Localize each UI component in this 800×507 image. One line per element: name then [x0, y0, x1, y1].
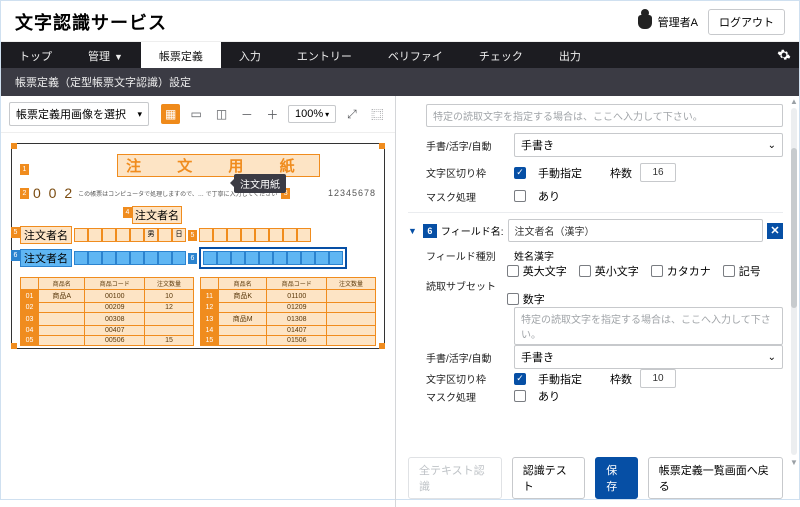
- char-boxes[interactable]: 男 日: [74, 228, 186, 242]
- nav-manage[interactable]: 管理 ▼: [70, 42, 141, 68]
- recognize-all-button[interactable]: 全テキスト認識: [408, 457, 502, 499]
- mask-checkbox[interactable]: [514, 190, 526, 202]
- area-tool-icon[interactable]: ◫: [212, 104, 231, 124]
- split-checkbox-2[interactable]: ✓: [514, 373, 526, 385]
- subset-custom-input-2[interactable]: 特定の読取文字を指定する場合は、ここへ入力して下さい。: [514, 307, 783, 345]
- field-tag[interactable]: 4: [123, 207, 132, 218]
- nav-input[interactable]: 入力: [221, 42, 279, 68]
- field-tag[interactable]: 2: [20, 188, 29, 199]
- zoom-out-icon[interactable]: －: [237, 104, 256, 124]
- subset-opt-symbol[interactable]: 記号: [723, 263, 761, 279]
- corner-handle[interactable]: [11, 343, 17, 349]
- row-label[interactable]: 5 注文者名: [20, 226, 72, 244]
- frame-count-input-2[interactable]: 10: [640, 369, 676, 388]
- field-tag[interactable]: 5: [11, 227, 20, 238]
- char-boxes-selected[interactable]: [74, 251, 186, 265]
- field-name-input[interactable]: 注文者名（漢字）: [508, 219, 763, 242]
- corner-handle[interactable]: [379, 143, 385, 149]
- scroll-up-icon[interactable]: ▲: [789, 96, 799, 106]
- nav-output[interactable]: 出力: [541, 42, 599, 68]
- chevron-down-icon: ⌄: [768, 352, 776, 363]
- field-type-value: 姓名漢字: [514, 248, 554, 263]
- nav-manage-label: 管理: [88, 51, 110, 63]
- split-manual-label-2: 手動指定: [538, 371, 582, 387]
- user-icon: [638, 15, 652, 29]
- line-items-table[interactable]: 商品名 商品コード 注文数量 商品名 商品コード 注文数量 01商品A00100…: [20, 277, 376, 346]
- field-name-label: フィールド名:: [441, 223, 504, 238]
- chevron-down-icon: ▾: [137, 109, 142, 120]
- split-manual-label: 手動指定: [538, 165, 582, 181]
- selected-field-outline[interactable]: [199, 247, 347, 269]
- subset-custom-input[interactable]: 特定の読取文字を指定する場合は、ここへ入力して下さい。: [426, 104, 783, 127]
- char-boxes[interactable]: [199, 228, 311, 242]
- image-select-label: 帳票定義用画像を選択: [16, 106, 126, 122]
- subset-opt-kana[interactable]: カタカナ: [651, 263, 711, 279]
- sub-nav-title: 帳票定義（定型帳票文字認識）設定: [1, 68, 799, 96]
- save-button[interactable]: 保存: [595, 457, 638, 499]
- recognize-test-button[interactable]: 認識テスト: [512, 457, 585, 499]
- field-tool-icon[interactable]: ▭: [186, 104, 205, 124]
- subset-opt-lower[interactable]: 英小文字: [579, 263, 639, 279]
- collapse-caret-icon[interactable]: ▼: [408, 226, 417, 236]
- mask-opt-label-2: あり: [538, 388, 560, 404]
- hand-type-label-2: 手書/活字/自動: [426, 350, 506, 365]
- zoom-value: 100%: [295, 108, 323, 120]
- subset-opt-upper[interactable]: 英大文字: [507, 263, 567, 279]
- hand-type-label: 手書/活字/自動: [426, 138, 506, 153]
- hand-type-select-2[interactable]: 手書き ⌄: [514, 345, 783, 369]
- frame-count-label: 枠数: [610, 165, 632, 181]
- document-preview[interactable]: 1 注 文 用 紙 注文用紙 2 0 0 2 この帳票はコンピュータで処理します…: [11, 143, 385, 349]
- back-to-list-button[interactable]: 帳票定義一覧画面へ戻る: [648, 457, 783, 499]
- frame-count-input[interactable]: 16: [640, 163, 676, 182]
- subset-label: 読取サブセット: [426, 278, 499, 293]
- field-tag[interactable]: 5: [188, 230, 197, 241]
- hand-type-select[interactable]: 手書き ⌄: [514, 133, 783, 157]
- image-select[interactable]: 帳票定義用画像を選択 ▾: [9, 102, 149, 126]
- field-tooltip: 注文用紙: [234, 174, 286, 193]
- logout-button[interactable]: ログアウト: [708, 9, 785, 35]
- scroll-down-icon[interactable]: ▼: [789, 457, 799, 467]
- region-tool-icon[interactable]: ▦: [161, 104, 180, 124]
- corner-handle[interactable]: [379, 343, 385, 349]
- orderer-header-field[interactable]: 4 注文者名: [132, 206, 182, 224]
- page-number-field[interactable]: 12345678: [328, 188, 376, 198]
- settings-gear-icon[interactable]: [777, 42, 799, 68]
- frame-count-label-2: 枠数: [610, 371, 632, 387]
- zoom-in-icon[interactable]: ＋: [263, 104, 282, 124]
- split-label-2: 文字区切り枠: [426, 371, 506, 386]
- field-tag[interactable]: 6: [188, 253, 197, 264]
- user-name: 管理者A: [658, 14, 698, 30]
- corner-handle[interactable]: [11, 143, 17, 149]
- zoom-select[interactable]: 100% ▾: [288, 105, 336, 123]
- field-index-badge: 6: [423, 224, 437, 238]
- chevron-down-icon: ▼: [114, 52, 123, 62]
- nav-verify[interactable]: ベリファイ: [370, 42, 461, 68]
- row-label-selected[interactable]: 6 注文者名: [20, 249, 72, 267]
- remove-field-button[interactable]: ✕: [767, 223, 783, 239]
- mask-label: マスク処理: [426, 189, 506, 204]
- mask-checkbox-2[interactable]: [514, 390, 526, 402]
- field-tag[interactable]: 6: [11, 250, 20, 261]
- nav-top[interactable]: トップ: [1, 42, 70, 68]
- field-tag[interactable]: 1: [20, 164, 29, 175]
- mask-opt-label: あり: [538, 188, 560, 204]
- chevron-down-icon: ⌄: [768, 140, 776, 151]
- nav-entry[interactable]: エントリー: [279, 42, 370, 68]
- fit-width-icon[interactable]: ⤢: [342, 104, 361, 124]
- split-checkbox[interactable]: ✓: [514, 167, 526, 179]
- chevron-down-icon: ▾: [325, 110, 329, 119]
- app-title: 文字認識サービス: [15, 9, 167, 35]
- nav-formdef[interactable]: 帳票定義: [141, 42, 221, 68]
- form-title-field[interactable]: 注 文 用 紙: [117, 154, 320, 177]
- nav-check[interactable]: チェック: [461, 42, 541, 68]
- doc-number-field[interactable]: 0 0 2: [33, 185, 74, 201]
- main-nav: トップ 管理 ▼ 帳票定義 入力 エントリー ベリファイ チェック 出力: [1, 42, 799, 68]
- fit-page-icon[interactable]: ⿴: [368, 104, 387, 124]
- right-scrollbar[interactable]: ▲ ▼: [789, 96, 799, 467]
- subset-opt-digit[interactable]: 数字: [507, 291, 545, 307]
- field-type-label: フィールド種別: [426, 248, 506, 263]
- mask-label-2: マスク処理: [426, 389, 506, 404]
- split-label: 文字区切り枠: [426, 165, 506, 180]
- subset-checkbox-row: 英大文字 英小文字 カタカナ 記号 数字: [507, 263, 783, 307]
